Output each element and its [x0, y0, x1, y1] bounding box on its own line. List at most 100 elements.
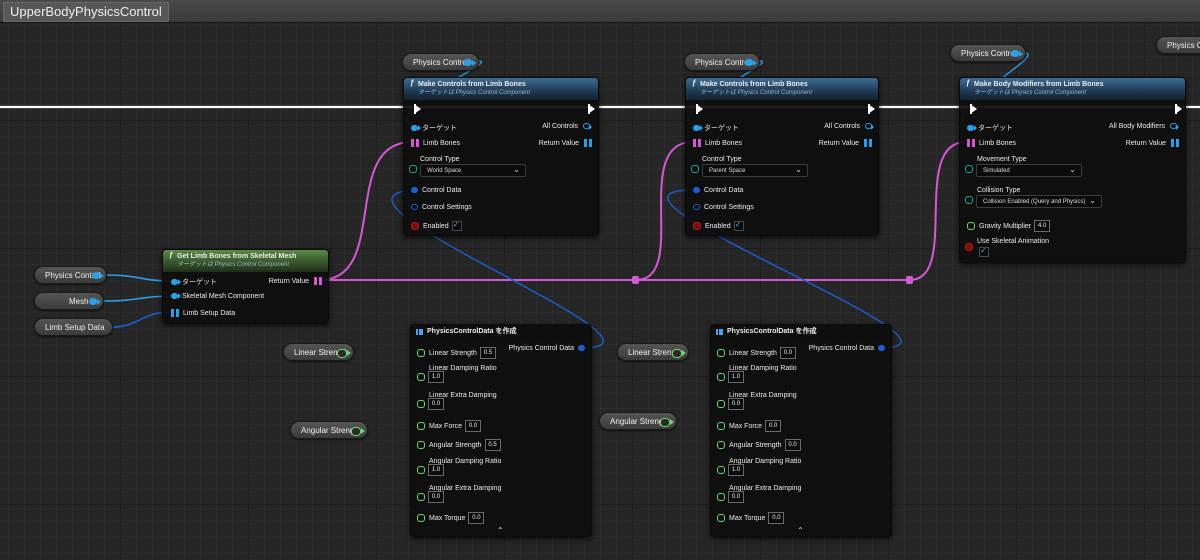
pin-row-limb-bones[interactable]: Limb Bones	[967, 139, 1016, 147]
graph-title-tab[interactable]: UpperBodyPhysicsControl	[3, 2, 169, 22]
pin-row-all-controls[interactable]: All Controls	[542, 123, 592, 131]
pin-row-skeletal-mesh[interactable]: Skeletal Mesh Component	[171, 293, 264, 300]
pin-row-control-settings[interactable]: Control Settings	[693, 204, 754, 211]
struct-pin-icon[interactable]	[693, 204, 700, 211]
reroute-knot[interactable]	[906, 276, 913, 284]
float-pin-icon[interactable]	[351, 427, 365, 436]
float-pin-icon[interactable]	[717, 514, 725, 522]
pin-row-output[interactable]: Physics Control Data	[509, 345, 585, 352]
object-pin-icon[interactable]	[967, 125, 977, 132]
max-torque-input[interactable]: 0.0	[468, 512, 485, 524]
node-make-physics-control-data-2[interactable]: PhysicsControlData を作成 Linear Strength 0.…	[710, 324, 892, 537]
gravity-multiplier-input[interactable]: 4.0	[1034, 220, 1051, 232]
angular-extra-damping-input[interactable]: 0.0	[428, 491, 444, 503]
angular-damping-ratio-input[interactable]: 1.0	[728, 464, 744, 476]
exec-out-pin[interactable]	[588, 104, 595, 114]
max-torque-input[interactable]: 0.0	[768, 512, 785, 524]
pin-row-return-value[interactable]: Return Value	[539, 139, 592, 147]
float-pin-icon[interactable]	[717, 422, 725, 430]
array-pin-icon[interactable]	[171, 309, 179, 317]
struct-pin-icon[interactable]	[578, 345, 585, 352]
pin-row-limb-bones[interactable]: Limb Bones	[693, 139, 742, 147]
array-pin-icon[interactable]	[411, 139, 419, 147]
angular-extra-damping-input[interactable]: 0.0	[728, 491, 744, 503]
var-linear-strength-1[interactable]: Linear Strength	[283, 343, 354, 361]
float-pin-icon[interactable]	[717, 373, 725, 381]
node-make-controls-1[interactable]: ƒ Make Controls from Limb Bones ターゲットは P…	[403, 77, 599, 236]
object-pin-icon[interactable]	[693, 125, 703, 132]
var-physics-control-2[interactable]: Physics Control	[684, 53, 760, 71]
object-pin-icon[interactable]	[1170, 123, 1179, 131]
float-pin-icon[interactable]	[417, 422, 425, 430]
linear-damping-ratio-input[interactable]: 1.0	[428, 371, 444, 383]
float-pin-icon[interactable]	[717, 400, 725, 408]
node-make-physics-control-data-1[interactable]: PhysicsControlData を作成 Linear Strength 0.…	[410, 324, 592, 537]
pin-row-linear-damping-ratio[interactable]: 1.0	[417, 371, 444, 383]
var-mesh[interactable]: Mesh	[34, 292, 104, 310]
var-limb-setup-data[interactable]: Limb Setup Data	[34, 318, 113, 336]
object-pin-icon[interactable]	[411, 125, 421, 132]
pin-row-control-data[interactable]: Control Data	[693, 187, 743, 194]
float-pin-icon[interactable]	[717, 466, 725, 474]
struct-pin-icon[interactable]	[411, 187, 418, 194]
exec-in-pin[interactable]	[970, 104, 977, 114]
object-pin-icon[interactable]	[745, 59, 757, 66]
pin-row-max-force[interactable]: Max Force 0.0	[417, 420, 482, 432]
pin-row-angular-damping-ratio[interactable]: 1.0	[717, 464, 744, 476]
pin-row-limb-bones[interactable]: Limb Bones	[411, 139, 460, 147]
float-pin-icon[interactable]	[717, 441, 725, 449]
object-pin-icon[interactable]	[583, 123, 592, 131]
array-pin-icon[interactable]	[1171, 139, 1179, 147]
object-pin-icon[interactable]	[171, 293, 181, 300]
array-pin-icon[interactable]	[314, 277, 322, 285]
enabled-checkbox[interactable]	[733, 220, 744, 231]
linear-extra-damping-input[interactable]: 0.0	[728, 398, 744, 410]
float-pin-icon[interactable]	[417, 493, 425, 501]
var-physics-control-1[interactable]: Physics Control	[402, 53, 479, 71]
array-pin-icon[interactable]	[967, 139, 975, 147]
pin-row-control-settings[interactable]: Control Settings	[411, 204, 472, 211]
struct-pin-icon[interactable]	[411, 204, 418, 211]
object-pin-icon[interactable]	[464, 59, 476, 66]
pin-row-linear-damping-ratio[interactable]: 1.0	[717, 371, 744, 383]
var-angular-strength-2[interactable]: Angular Strength	[599, 412, 677, 430]
pin-row-all-body-modifiers[interactable]: All Body Modifiers	[1109, 123, 1179, 131]
angular-damping-ratio-input[interactable]: 1.0	[428, 464, 444, 476]
bool-pin-icon[interactable]	[693, 222, 701, 230]
pin-row-limb-setup[interactable]: Limb Setup Data	[171, 309, 235, 317]
object-pin-icon[interactable]	[865, 123, 874, 131]
linear-extra-damping-input[interactable]: 0.0	[428, 398, 444, 410]
float-pin-icon[interactable]	[417, 400, 425, 408]
node-get-limb-bones[interactable]: ƒ Get Limb Bones from Skeletal Mesh ターゲッ…	[162, 249, 329, 324]
pin-row-enabled[interactable]: Enabled	[411, 220, 462, 231]
use-skeletal-animation-pin[interactable]	[965, 243, 977, 251]
float-pin-icon[interactable]	[660, 418, 674, 427]
enum-pin-icon[interactable]	[691, 165, 699, 173]
max-force-input[interactable]: 0.0	[465, 420, 482, 432]
array-pin-icon[interactable]	[864, 139, 872, 147]
control-type-dropdown[interactable]: Parent Space	[702, 163, 808, 177]
float-pin-icon[interactable]	[417, 466, 425, 474]
array-pin-icon[interactable]	[584, 139, 592, 147]
bool-pin-icon[interactable]	[965, 243, 973, 251]
pin-row-linear-extra-damping[interactable]: 0.0	[717, 398, 744, 410]
float-pin-icon[interactable]	[672, 349, 686, 358]
pin-row-max-torque[interactable]: Max Torque 0.0	[417, 512, 485, 524]
pin-row-angular-damping-ratio[interactable]: 1.0	[417, 464, 444, 476]
float-pin-icon[interactable]	[717, 493, 725, 501]
collapse-chevron-icon[interactable]: ⌃	[797, 526, 804, 535]
linear-strength-input[interactable]: 0.0	[779, 347, 796, 359]
use-skeletal-animation-checkbox[interactable]	[979, 246, 989, 257]
collapse-chevron-icon[interactable]: ⌃	[497, 526, 504, 535]
enum-pin-icon[interactable]	[965, 165, 973, 173]
pin-row-enabled[interactable]: Enabled	[693, 220, 744, 231]
pin-row-gravity-multiplier[interactable]: Gravity Multiplier 4.0	[967, 220, 1051, 232]
pin-row-output[interactable]: Physics Control Data	[809, 345, 885, 352]
float-pin-icon[interactable]	[417, 349, 425, 357]
var-angular-strength-1[interactable]: Angular Strength	[290, 421, 368, 439]
exec-out-pin[interactable]	[1175, 104, 1182, 114]
enum-pin-icon[interactable]	[409, 165, 417, 173]
pin-row-all-controls[interactable]: All Controls	[824, 123, 874, 131]
var-physics-control-3[interactable]: Physics Control	[950, 44, 1026, 62]
pin-row-linear-strength[interactable]: Linear Strength 0.0	[717, 347, 796, 359]
